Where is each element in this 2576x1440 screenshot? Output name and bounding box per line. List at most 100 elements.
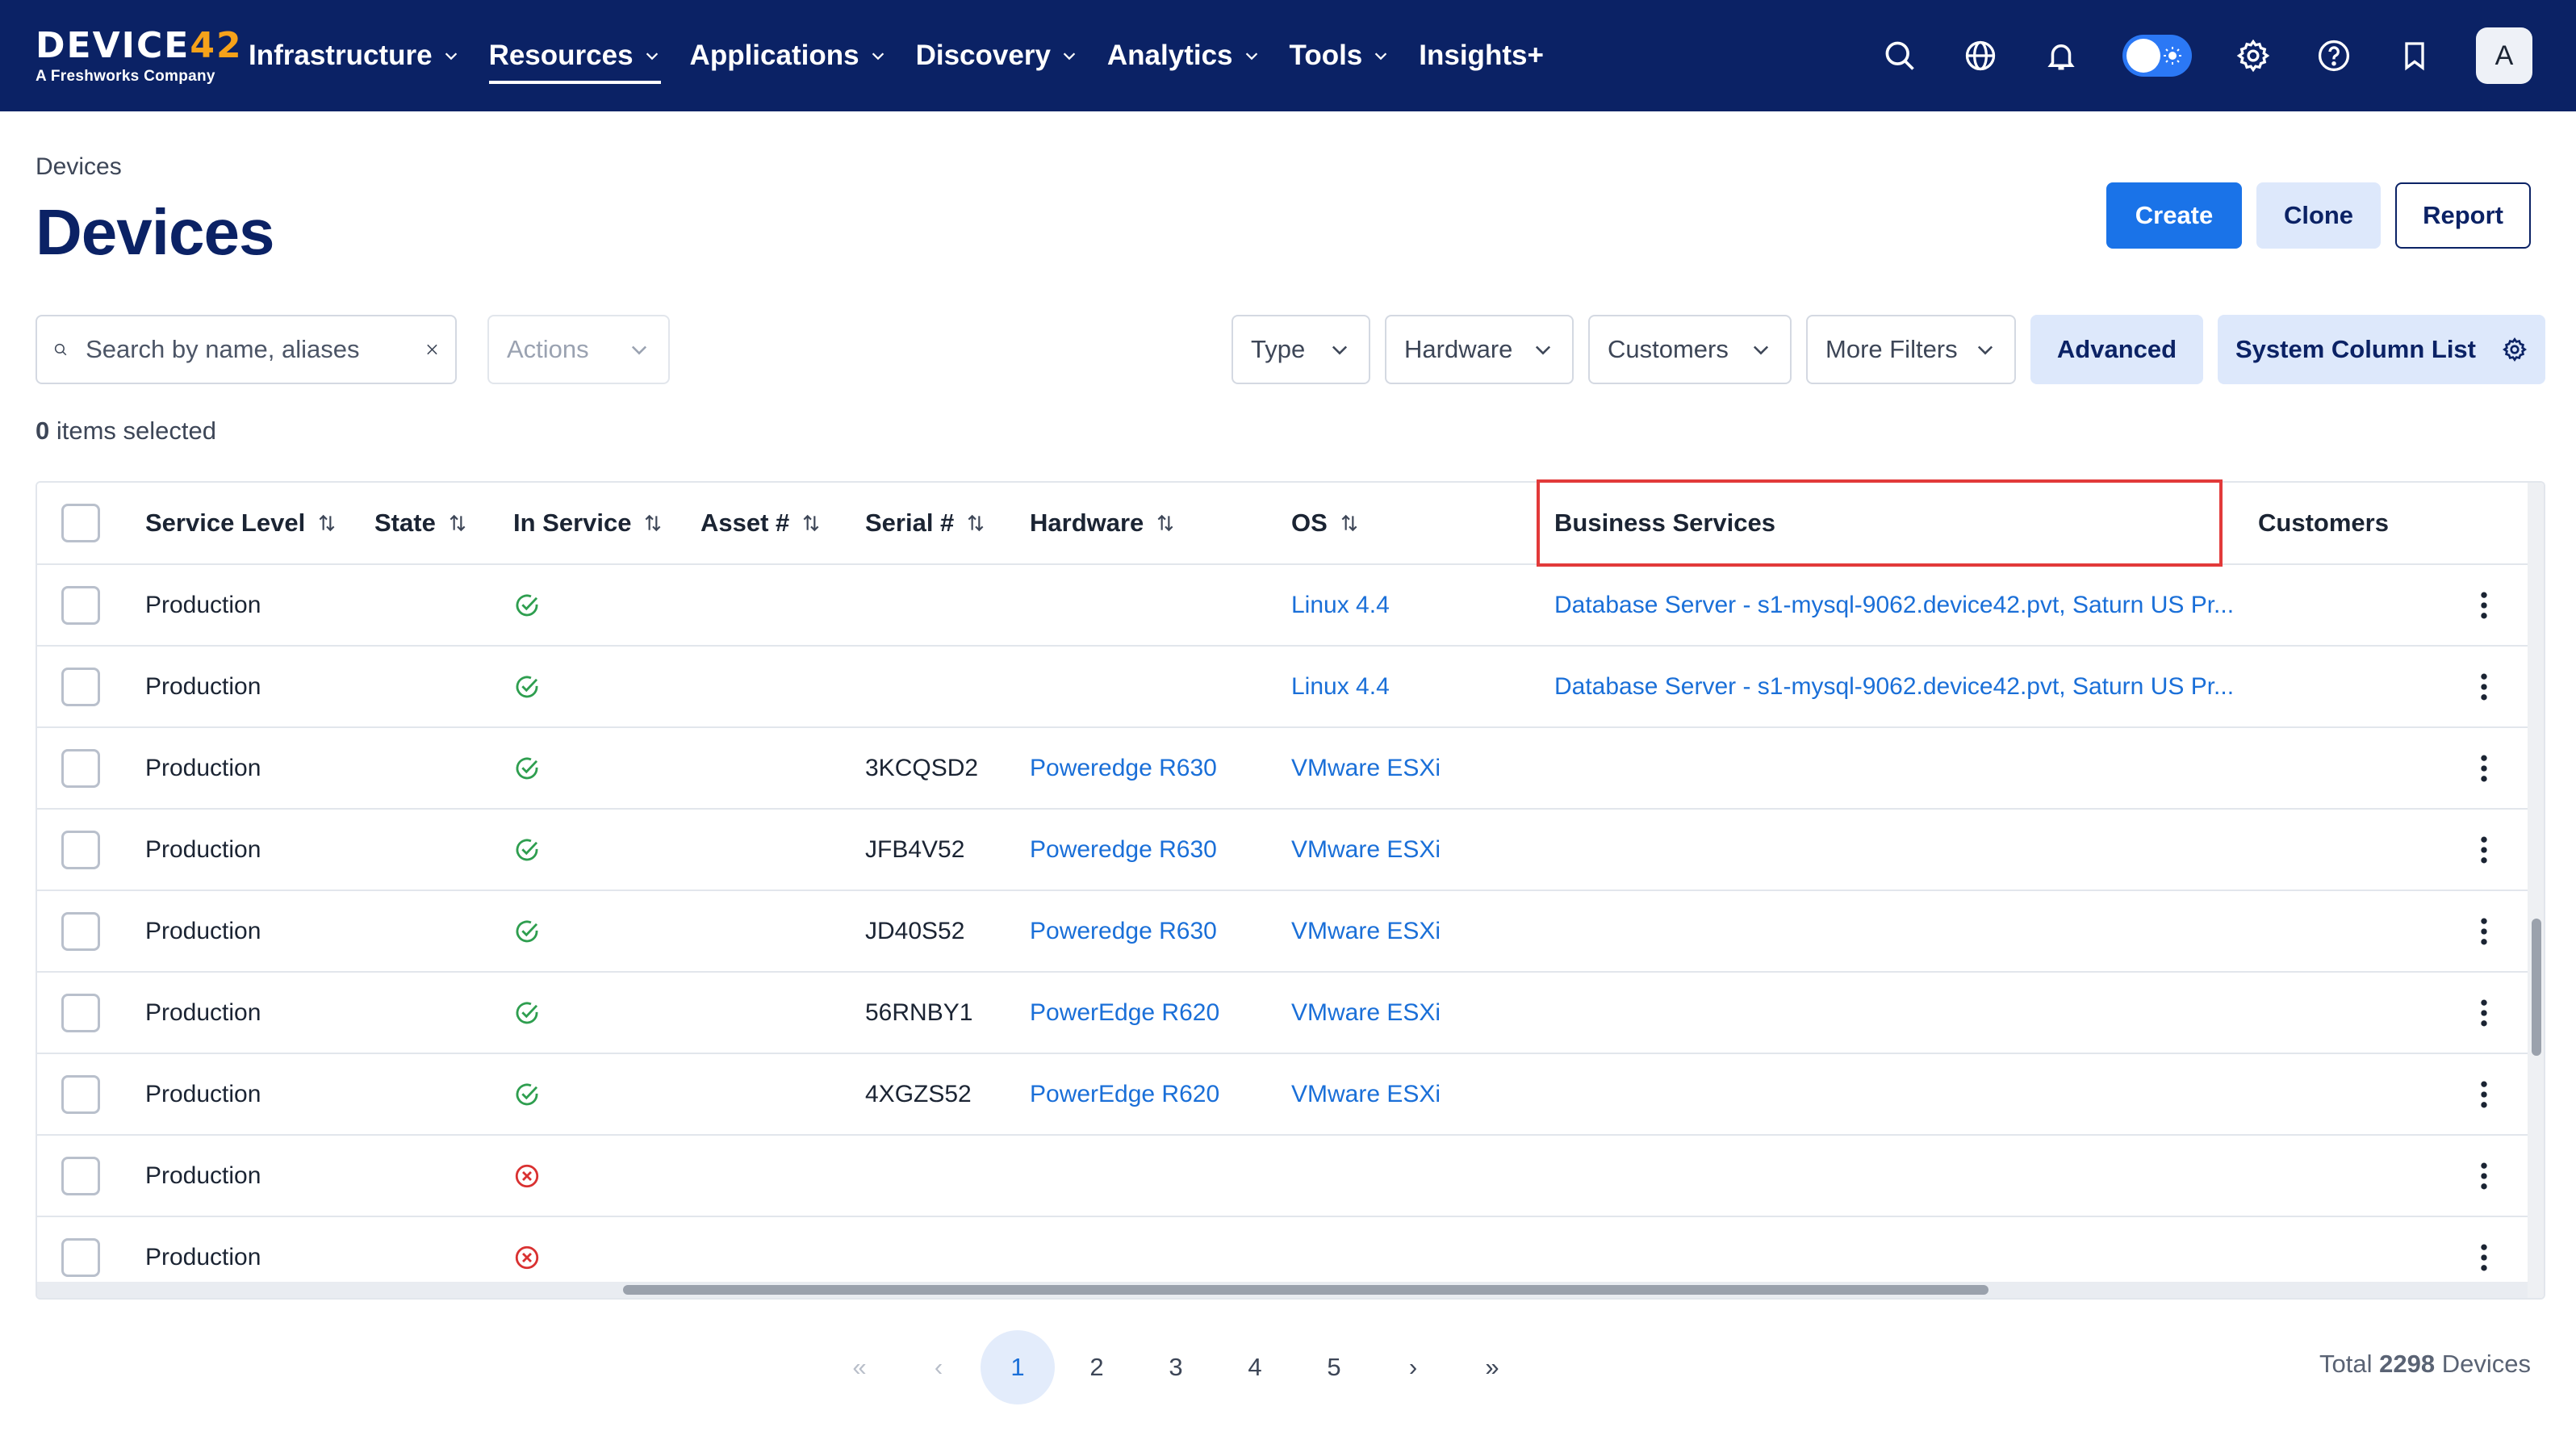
table-row[interactable]: Production Linux 4.4 Database Server - s1-… (37, 565, 2528, 647)
system-column-list-button[interactable]: System Column List (2218, 315, 2545, 384)
actions-dropdown[interactable]: Actions (487, 315, 670, 384)
column-header-os[interactable]: OS (1291, 483, 1360, 563)
total-prefix: Total (2319, 1350, 2380, 1378)
cell-hardware[interactable]: Poweredge R630 (1030, 891, 1217, 971)
hardware-filter[interactable]: Hardware (1385, 315, 1574, 384)
row-checkbox[interactable] (61, 749, 100, 788)
cell-os[interactable]: Linux 4.4 (1291, 647, 1390, 726)
table-row[interactable]: Production JD40S52 Poweredge R630 VMware ES… (37, 891, 2528, 973)
cell-os[interactable]: VMware ESXi (1291, 810, 1441, 890)
report-button[interactable]: Report (2395, 182, 2531, 249)
row-checkbox[interactable] (61, 586, 100, 625)
clear-search-icon[interactable] (425, 337, 439, 362)
row-more-options-icon[interactable] (2466, 914, 2502, 949)
device42-logo[interactable]: DEVICE42 A Freshworks Company (36, 26, 243, 86)
horizontal-scrollbar-thumb[interactable] (623, 1285, 1988, 1295)
cell-hardware[interactable]: PowerEdge R620 (1030, 1054, 1219, 1134)
nav-item-tools[interactable]: Tools (1275, 0, 1405, 111)
breadcrumb[interactable]: Devices (36, 153, 122, 181)
row-more-options-icon[interactable] (2466, 1077, 2502, 1112)
row-checkbox[interactable] (61, 831, 100, 869)
cell-os[interactable]: VMware ESXi (1291, 891, 1441, 971)
nav-item-resources[interactable]: Resources (475, 0, 675, 111)
table-row[interactable]: Production 56RNBY1 PowerEdge R620 VMware ES… (37, 973, 2528, 1054)
table-row[interactable]: Production (37, 1136, 2528, 1217)
previous-page-button[interactable]: ‹ (899, 1330, 978, 1404)
cell-os[interactable]: Linux 4.4 (1291, 565, 1390, 645)
cell-hardware[interactable]: Poweredge R630 (1030, 810, 1217, 890)
table-row[interactable]: Production 3KCQSD2 Poweredge R630 VMware ES… (37, 728, 2528, 810)
sort-icon[interactable] (965, 513, 986, 534)
cell-business-services[interactable]: Database Server - s1-mysql-9062.device42… (1554, 647, 2234, 726)
sort-icon[interactable] (801, 513, 822, 534)
row-more-options-icon[interactable] (2466, 669, 2502, 705)
column-header-label: State (374, 509, 436, 537)
create-button[interactable]: Create (2106, 182, 2242, 249)
row-checkbox[interactable] (61, 1238, 100, 1277)
nav-item-insights[interactable]: Insights+ (1404, 0, 1558, 111)
cell-os[interactable]: VMware ESXi (1291, 728, 1441, 808)
search-icon[interactable] (1880, 36, 1919, 75)
globe-icon[interactable] (1961, 36, 2000, 75)
column-header-hardware[interactable]: Hardware (1030, 483, 1176, 563)
cell-hardware[interactable]: PowerEdge R620 (1030, 973, 1219, 1053)
column-header-asset[interactable]: Asset # (700, 483, 822, 563)
next-page-button[interactable]: › (1374, 1330, 1453, 1404)
search-input[interactable] (86, 335, 408, 364)
sort-icon[interactable] (1339, 513, 1360, 534)
theme-toggle[interactable] (2122, 35, 2192, 77)
nav-item-label: Resources (488, 40, 634, 71)
cell-business-services[interactable]: Database Server - s1-mysql-9062.device42… (1554, 565, 2234, 645)
nav-item-discovery[interactable]: Discovery (901, 0, 1093, 111)
row-checkbox[interactable] (61, 994, 100, 1032)
row-more-options-icon[interactable] (2466, 995, 2502, 1031)
cell-os[interactable]: VMware ESXi (1291, 973, 1441, 1053)
nav-item-infrastructure[interactable]: Infrastructure (234, 0, 475, 111)
sort-icon[interactable] (447, 513, 468, 534)
nav-item-applications[interactable]: Applications (675, 0, 901, 111)
sort-icon[interactable] (642, 513, 663, 534)
more-filters-dropdown[interactable]: More Filters (1806, 315, 2016, 384)
row-more-options-icon[interactable] (2466, 751, 2502, 786)
table-row[interactable]: Production 4XGZS52 PowerEdge R620 VMware ES… (37, 1054, 2528, 1136)
page-2-button[interactable]: 2 (1057, 1330, 1136, 1404)
clone-button[interactable]: Clone (2256, 182, 2381, 249)
row-checkbox[interactable] (61, 1157, 100, 1195)
row-more-options-icon[interactable] (2466, 588, 2502, 623)
row-checkbox[interactable] (61, 1075, 100, 1114)
customers-filter[interactable]: Customers (1588, 315, 1792, 384)
bell-icon[interactable] (2042, 36, 2080, 75)
column-header-state[interactable]: State (374, 483, 468, 563)
bookmark-icon[interactable] (2395, 36, 2434, 75)
row-checkbox[interactable] (61, 912, 100, 951)
cell-os[interactable]: VMware ESXi (1291, 1054, 1441, 1134)
help-icon[interactable] (2315, 36, 2353, 75)
page-3-button[interactable]: 3 (1136, 1330, 1215, 1404)
first-page-button[interactable]: « (820, 1330, 899, 1404)
sort-icon[interactable] (316, 513, 337, 534)
column-header-service-level[interactable]: Service Level (145, 483, 337, 563)
column-header-serial[interactable]: Serial # (865, 483, 986, 563)
row-checkbox[interactable] (61, 668, 100, 706)
table-row[interactable]: Production JFB4V52 Poweredge R630 VMware ES… (37, 810, 2528, 891)
row-more-options-icon[interactable] (2466, 1240, 2502, 1275)
column-header-in-service[interactable]: In Service (513, 483, 663, 563)
page-5-button[interactable]: 5 (1294, 1330, 1374, 1404)
row-more-options-icon[interactable] (2466, 1158, 2502, 1194)
vertical-scrollbar[interactable] (2528, 483, 2544, 1298)
table-row[interactable]: Production Linux 4.4 Database Server - s1-… (37, 647, 2528, 728)
page-4-button[interactable]: 4 (1215, 1330, 1294, 1404)
sort-icon[interactable] (1155, 513, 1176, 534)
row-more-options-icon[interactable] (2466, 832, 2502, 868)
vertical-scrollbar-thumb[interactable] (2532, 919, 2541, 1056)
select-all-checkbox[interactable] (61, 504, 100, 542)
page-1-button[interactable]: 1 (981, 1330, 1055, 1404)
nav-item-analytics[interactable]: Analytics (1093, 0, 1275, 111)
cell-hardware[interactable]: Poweredge R630 (1030, 728, 1217, 808)
advanced-button[interactable]: Advanced (2030, 315, 2203, 384)
gear-icon[interactable] (2234, 36, 2273, 75)
user-avatar[interactable]: A (2476, 27, 2532, 84)
horizontal-scrollbar[interactable] (37, 1282, 2528, 1298)
type-filter[interactable]: Type (1232, 315, 1370, 384)
last-page-button[interactable]: » (1453, 1330, 1532, 1404)
